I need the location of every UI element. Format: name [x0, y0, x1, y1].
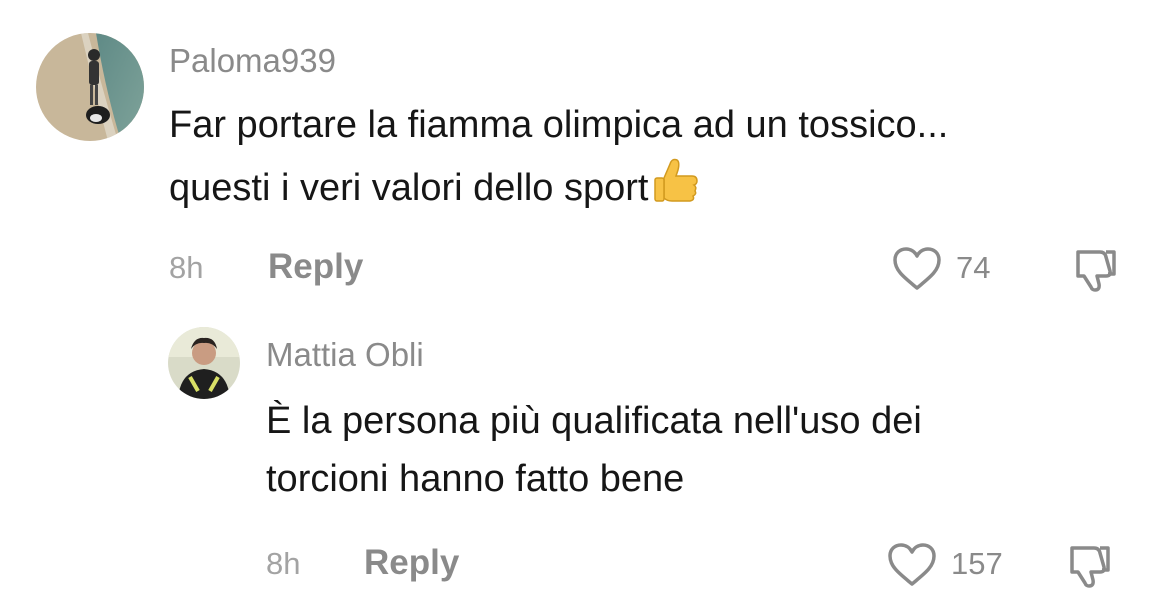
- comment-time: 8h: [169, 250, 204, 285]
- thumbs-down-icon[interactable]: [1064, 540, 1114, 595]
- reply-button[interactable]: Reply: [364, 543, 459, 583]
- comment-text: È la persona più qualificata nell'uso de…: [266, 392, 922, 508]
- reply-button[interactable]: Reply: [268, 247, 363, 287]
- comment-text-line: È la persona più qualificata nell'uso de…: [266, 400, 922, 442]
- thumbs-down-icon[interactable]: [1070, 244, 1120, 299]
- comment-username[interactable]: Mattia Obli: [266, 336, 424, 374]
- comment-text: Far portare la fiamma olimpica ad un tos…: [169, 96, 948, 223]
- comment-text-fragment: questi i veri valori dello sport: [169, 167, 649, 209]
- comment-username[interactable]: Paloma939: [169, 42, 336, 80]
- heart-icon[interactable]: [886, 542, 938, 593]
- comment-time: 8h: [266, 546, 301, 581]
- avatar[interactable]: [168, 327, 240, 399]
- avatar[interactable]: [36, 33, 144, 141]
- comment-text-line: questi i veri valori dello sport: [169, 154, 948, 223]
- heart-icon[interactable]: [891, 246, 943, 297]
- thumbs-up-emoji-icon: [650, 154, 702, 223]
- comment-text-line: torcioni hanno fatto bene: [266, 458, 685, 500]
- comment-text-line: Far portare la fiamma olimpica ad un tos…: [169, 104, 949, 146]
- like-count: 74: [956, 250, 991, 285]
- like-count: 157: [951, 546, 1003, 581]
